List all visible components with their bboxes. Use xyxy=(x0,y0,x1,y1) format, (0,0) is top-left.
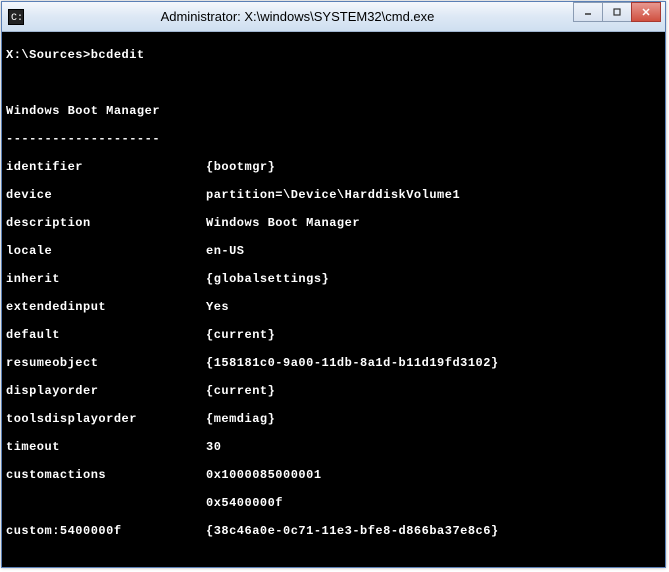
bm-custom5f: custom:5400000f{38c46a0e-0c71-11e3-bfe8-… xyxy=(6,524,661,538)
close-button[interactable] xyxy=(631,2,661,22)
bm-identifier: identifier{bootmgr} xyxy=(6,160,661,174)
bm-default: default{current} xyxy=(6,328,661,342)
blank-line xyxy=(6,552,661,566)
maximize-button[interactable] xyxy=(602,2,632,22)
window-controls xyxy=(574,2,661,24)
prompt-line: X:\Sources>bcdedit xyxy=(6,48,661,62)
bm-description: descriptionWindows Boot Manager xyxy=(6,216,661,230)
bm-extendedinput: extendedinputYes xyxy=(6,300,661,314)
section-header-boot-manager: Windows Boot Manager xyxy=(6,104,661,118)
svg-text:C:: C: xyxy=(11,13,23,24)
bm-toolsdisplayorder: toolsdisplayorder{memdiag} xyxy=(6,412,661,426)
bm-resumeobject: resumeobject{158181c0-9a00-11db-8a1d-b11… xyxy=(6,356,661,370)
bm-device: devicepartition=\Device\HarddiskVolume1 xyxy=(6,188,661,202)
bm-displayorder: displayorder{current} xyxy=(6,384,661,398)
bm-customactions2: 0x5400000f xyxy=(6,496,661,510)
minimize-button[interactable] xyxy=(573,2,603,22)
bm-inherit: inherit{globalsettings} xyxy=(6,272,661,286)
bm-customactions: customactions0x1000085000001 xyxy=(6,468,661,482)
window-title: Administrator: X:\windows\SYSTEM32\cmd.e… xyxy=(30,9,665,24)
titlebar[interactable]: C: Administrator: X:\windows\SYSTEM32\cm… xyxy=(2,2,665,32)
cmd-icon: C: xyxy=(8,9,24,25)
divider: -------------------- xyxy=(6,132,661,146)
terminal-output[interactable]: X:\Sources>bcdedit Windows Boot Manager … xyxy=(2,32,665,567)
cmd-window: C: Administrator: X:\windows\SYSTEM32\cm… xyxy=(1,1,666,568)
blank-line xyxy=(6,76,661,90)
bm-locale: localeen-US xyxy=(6,244,661,258)
bm-timeout: timeout30 xyxy=(6,440,661,454)
